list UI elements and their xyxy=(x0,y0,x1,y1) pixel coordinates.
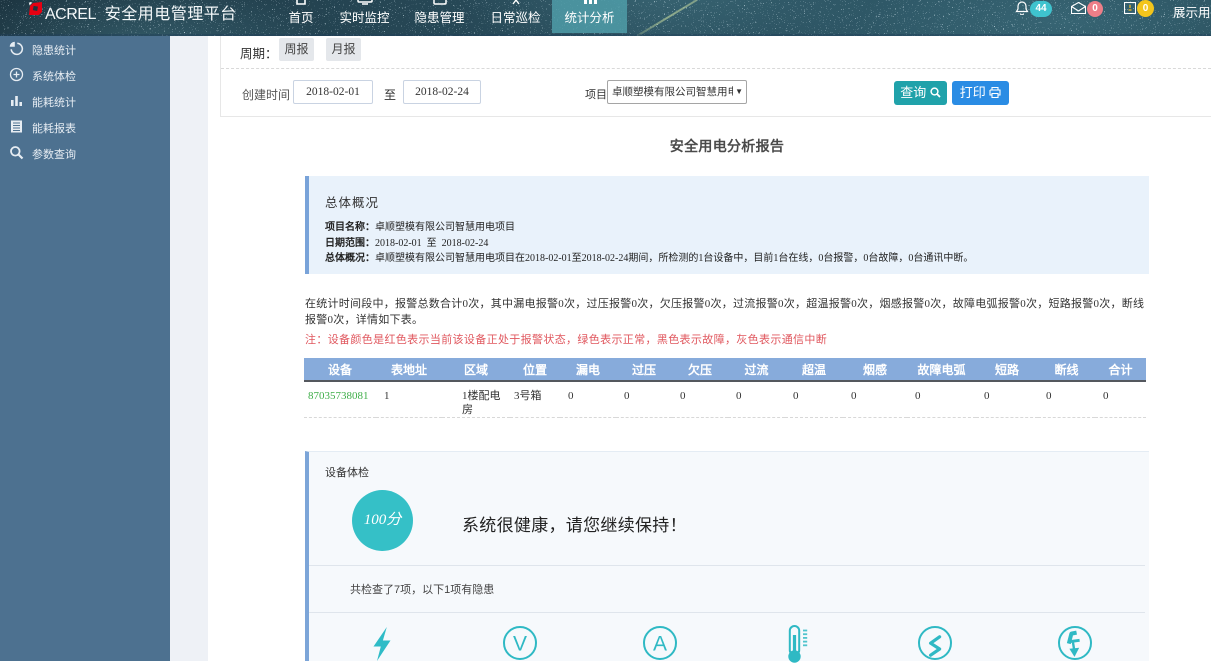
svg-text:V: V xyxy=(513,633,527,656)
svg-text:A: A xyxy=(653,633,667,656)
